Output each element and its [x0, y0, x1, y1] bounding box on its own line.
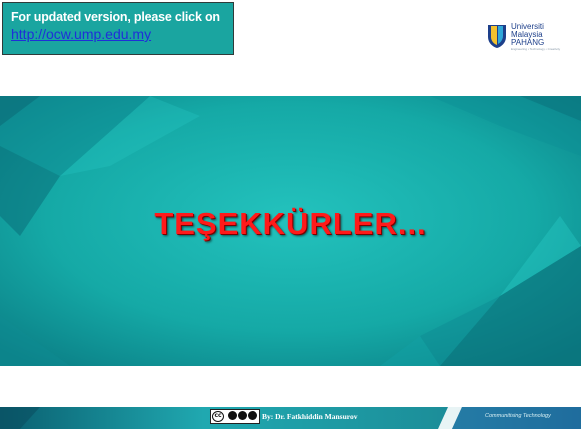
footer-author: By: Dr. Fatkhiddin Mansurov: [262, 412, 358, 421]
ump-logo-icon: [488, 25, 506, 48]
update-notice-box: For updated version, please click on htt…: [2, 2, 234, 55]
banner-title: TEŞEKKÜRLER...: [154, 206, 427, 241]
logo-line-3: PAHANG: [511, 38, 545, 47]
noncommercial-icon: [238, 411, 247, 420]
slide: For updated version, please click on htt…: [0, 0, 581, 437]
ocw-link[interactable]: http://ocw.ump.edu.my: [11, 25, 225, 43]
ump-logo: Universiti Malaysia PAHANG Engineering •…: [487, 21, 567, 55]
logo-tagline: Engineering • Technology • Creativity: [511, 47, 561, 51]
cc-icon: cc: [212, 411, 224, 422]
update-notice-text: For updated version, please click on: [11, 10, 220, 24]
creative-commons-badge: cc: [210, 409, 260, 424]
ump-logo-wordmark: Universiti Malaysia PAHANG: [511, 23, 544, 47]
attribution-icon: [228, 411, 237, 420]
footer-motto: Communitising Technology: [485, 413, 551, 419]
thank-you-banner: TEŞEKKÜRLER...: [0, 96, 581, 366]
sharealike-icon: [248, 411, 257, 420]
